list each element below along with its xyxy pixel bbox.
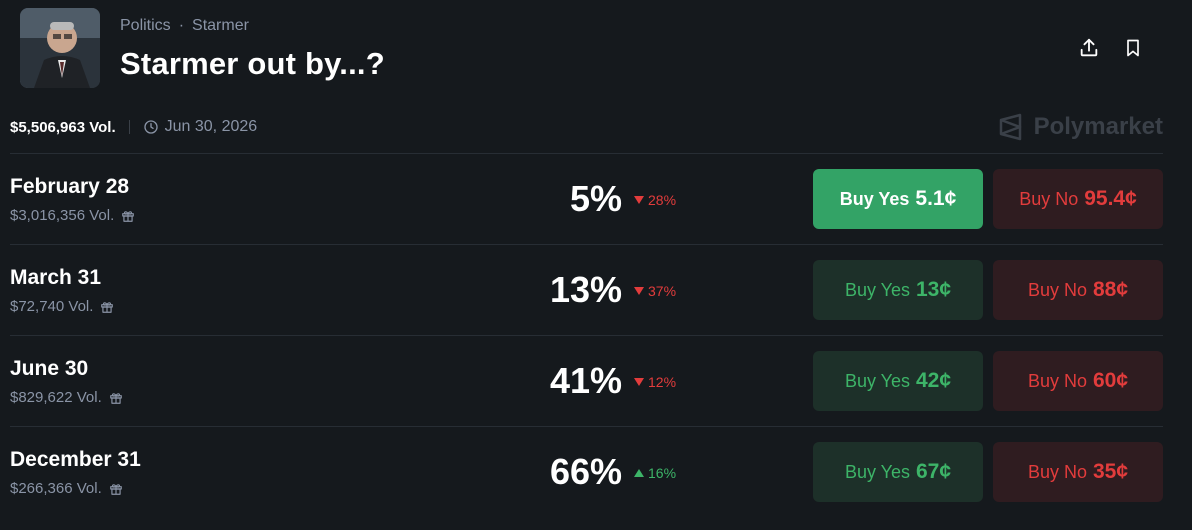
buy-yes-price: 67¢	[916, 460, 952, 483]
triangle-down-icon	[634, 378, 644, 386]
outcome-name: June 30	[10, 357, 89, 380]
probability-change: 37%	[634, 283, 676, 299]
outcome-row[interactable]: March 31 $72,740 Vol. 13% 37% Buy Yes 13…	[10, 244, 1163, 335]
buy-no-price: 88¢	[1092, 278, 1129, 301]
triangle-down-icon	[634, 287, 644, 295]
buy-no-button[interactable]: Buy No 88¢	[993, 260, 1163, 320]
buy-yes-button[interactable]: Buy Yes 42¢	[813, 351, 983, 411]
buy-no-price: 60¢	[1092, 369, 1129, 392]
outcome-volume: $72,740 Vol.	[10, 298, 114, 315]
buy-yes-button[interactable]: Buy Yes 67¢	[813, 442, 983, 502]
outcome-name: February 28	[10, 175, 130, 198]
buy-yes-label: Buy Yes	[844, 370, 910, 391]
market-page: Politics · Starmer Starmer out by...? $5…	[0, 0, 1192, 530]
buy-yes-price: 42¢	[916, 369, 952, 392]
buy-yes-price: 5.1¢	[915, 187, 957, 210]
buy-no-label: Buy No	[1027, 370, 1087, 391]
outcome-row[interactable]: December 31 $266,366 Vol. 66% 16% Buy Ye…	[10, 426, 1163, 517]
total-volume: $5,506,963 Vol.	[10, 118, 116, 136]
market-meta: $5,506,963 Vol. Jun 30, 2026	[10, 118, 257, 136]
outcome-name: March 31	[10, 266, 102, 289]
outcome-volume: $266,366 Vol.	[10, 480, 123, 497]
outcome-row[interactable]: June 30 $829,622 Vol. 41% 12% Buy Yes 42…	[10, 335, 1163, 426]
page-title: Starmer out by...?	[120, 46, 385, 81]
probability-change-text: 12%	[648, 374, 677, 390]
header-actions	[1077, 36, 1145, 60]
share-icon[interactable]	[1077, 36, 1101, 60]
gift-icon[interactable]	[100, 300, 114, 314]
gift-icon[interactable]	[121, 209, 135, 223]
polymarket-watermark: Polymarket	[998, 113, 1163, 141]
end-date: Jun 30, 2026	[143, 118, 258, 136]
outcome-volume-text: $266,366 Vol.	[10, 480, 102, 497]
outcome-volume-text: $3,016,356 Vol.	[10, 207, 115, 224]
outcome-probability: 41%	[550, 360, 623, 401]
buy-no-button[interactable]: Buy No 60¢	[993, 351, 1163, 411]
outcome-volume: $829,622 Vol.	[10, 389, 123, 406]
buy-yes-price: 13¢	[916, 278, 952, 301]
triangle-up-icon	[634, 469, 644, 477]
end-date-text: Jun 30, 2026	[164, 118, 258, 135]
outcome-probability: 5%	[569, 178, 622, 219]
outcome-probability: 66%	[550, 451, 623, 492]
clock-icon	[143, 120, 158, 134]
breadcrumb: Politics · Starmer	[120, 17, 249, 35]
buy-no-button[interactable]: Buy No 35¢	[993, 442, 1163, 502]
outcome-row[interactable]: February 28 $3,016,356 Vol. 5% 28% Buy Y…	[10, 153, 1163, 244]
probability-change: 28%	[634, 192, 676, 208]
outcome-list: February 28 $3,016,356 Vol. 5% 28% Buy Y…	[10, 153, 1163, 517]
breadcrumb-starmer[interactable]: Starmer	[192, 17, 249, 35]
outcome-volume-text: $72,740 Vol.	[10, 298, 94, 315]
meta-divider	[128, 120, 130, 134]
outcome-name: December 31	[10, 448, 141, 471]
buy-no-price: 35¢	[1092, 460, 1129, 483]
buy-no-label: Buy No	[1019, 188, 1079, 209]
buy-no-button[interactable]: Buy No 95.4¢	[993, 169, 1163, 229]
probability-change: 16%	[634, 465, 676, 481]
buy-no-label: Buy No	[1027, 279, 1087, 300]
buy-no-label: Buy No	[1027, 461, 1087, 482]
buy-yes-button[interactable]: Buy Yes 13¢	[813, 260, 983, 320]
probability-change-text: 16%	[648, 465, 677, 481]
triangle-down-icon	[634, 196, 644, 204]
probability-change-text: 37%	[648, 283, 677, 299]
buy-no-price: 95.4¢	[1084, 187, 1137, 210]
polymarket-logo-icon	[999, 113, 1021, 141]
bookmark-icon[interactable]	[1121, 36, 1145, 60]
gift-icon[interactable]	[109, 391, 123, 405]
gift-icon[interactable]	[109, 482, 123, 496]
breadcrumb-separator: ·	[178, 17, 185, 34]
buy-yes-label: Buy Yes	[839, 188, 910, 209]
outcome-volume-text: $829,622 Vol.	[10, 389, 102, 406]
probability-change-text: 28%	[648, 192, 677, 208]
buy-yes-label: Buy Yes	[844, 461, 910, 482]
probability-change: 12%	[634, 374, 676, 390]
market-image	[20, 8, 100, 88]
outcome-probability: 13%	[550, 269, 623, 310]
outcome-volume: $3,016,356 Vol.	[10, 207, 135, 224]
breadcrumb-politics[interactable]: Politics	[120, 17, 171, 35]
brand-name: Polymarket	[1033, 113, 1163, 140]
buy-yes-label: Buy Yes	[844, 279, 910, 300]
market-header: Politics · Starmer Starmer out by...?	[10, 0, 1163, 110]
buy-yes-button[interactable]: Buy Yes 5.1¢	[813, 169, 983, 229]
